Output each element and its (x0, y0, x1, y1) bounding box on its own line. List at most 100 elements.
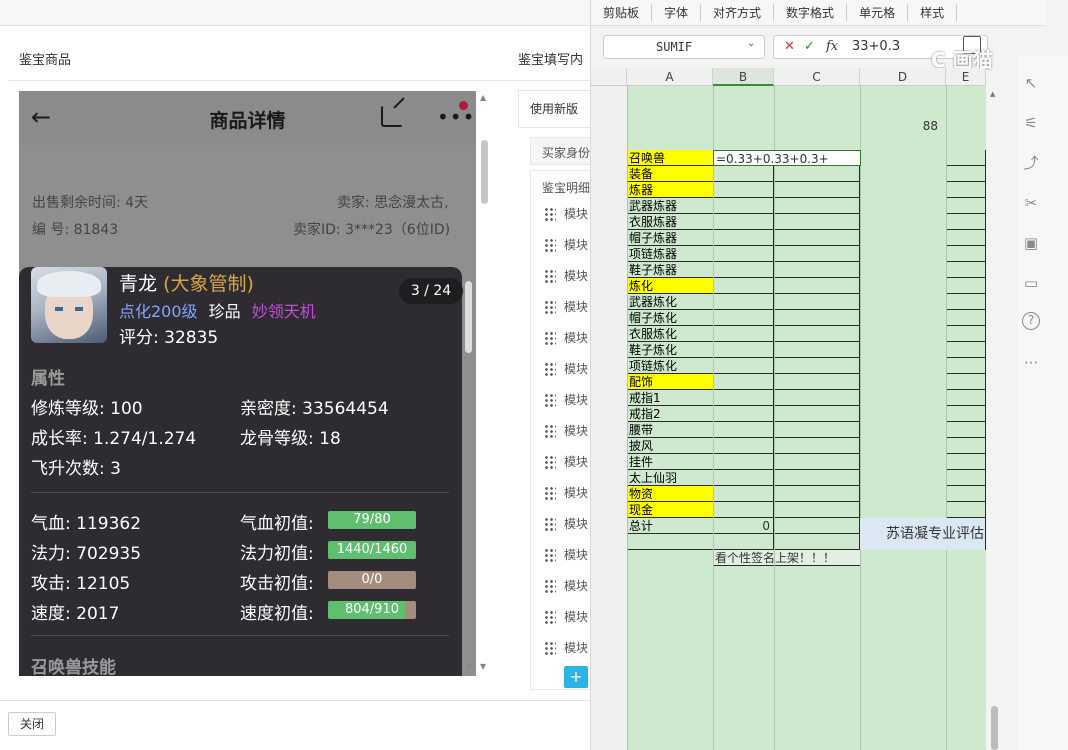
cell-b2398-editing[interactable]: =0.33+0.33+0.3+ (713, 150, 861, 166)
col-c[interactable]: C (774, 68, 860, 86)
ribbon-group[interactable]: 单元格 (847, 4, 909, 21)
col-b[interactable]: B (713, 68, 774, 86)
drag-handle-icon[interactable] (544, 547, 556, 562)
tools-icon[interactable]: ✂ (1020, 192, 1042, 214)
ribbon-group[interactable]: 剪贴板 (591, 4, 653, 21)
col-e[interactable]: E (946, 68, 986, 86)
scroll-down-icon[interactable]: ▼ (480, 662, 486, 671)
card-scrollbar[interactable] (465, 281, 472, 353)
cell-a[interactable] (627, 582, 713, 598)
cell-a[interactable]: 衣服炼器 (627, 214, 713, 230)
drag-handle-icon[interactable] (544, 454, 556, 469)
module-row[interactable]: 模块 (544, 632, 590, 663)
sheet-scroll-thumb[interactable] (991, 706, 998, 750)
module-row[interactable]: 模块 (544, 353, 590, 384)
drag-handle-icon[interactable] (544, 578, 556, 593)
more-icon[interactable]: ··· (1020, 352, 1042, 374)
add-module-button[interactable]: + (564, 666, 588, 688)
drag-handle-icon[interactable] (544, 206, 556, 221)
cell-a[interactable]: 项链炼器 (627, 246, 713, 262)
cell-a[interactable]: 腰带 (627, 422, 713, 438)
cell-a[interactable] (627, 614, 713, 630)
confirm-icon[interactable]: ✓ (804, 36, 815, 58)
cancel-icon[interactable]: ✕ (784, 36, 795, 58)
cell-a[interactable] (627, 534, 713, 550)
cell-a[interactable] (627, 134, 713, 150)
cell-a[interactable] (627, 630, 713, 646)
cell-a[interactable]: 配饰 (627, 374, 713, 390)
cell-a[interactable]: 装备 (627, 166, 713, 182)
drag-handle-icon[interactable] (544, 423, 556, 438)
share-icon[interactable]: ⤴ (1020, 152, 1042, 174)
cell-a[interactable]: 鞋子炼器 (627, 262, 713, 278)
module-row[interactable]: 模块 (544, 229, 590, 260)
drag-handle-icon[interactable] (544, 516, 556, 531)
cell-a[interactable]: 召唤兽 (627, 150, 713, 166)
cell-a[interactable]: 武器炼化 (627, 294, 713, 310)
cell-a[interactable] (627, 694, 713, 710)
cell-b2423[interactable]: 看个性签名上架！！！ (713, 550, 861, 566)
cell-a[interactable]: 太上仙羽 (627, 470, 713, 486)
cell-a[interactable]: 帽子炼器 (627, 230, 713, 246)
tab-new-version[interactable]: 使用新版 (530, 100, 578, 117)
cell-a[interactable] (627, 726, 713, 742)
module-row[interactable]: 模块 (544, 415, 590, 446)
cell-a[interactable] (627, 550, 713, 566)
cell-a[interactable] (627, 662, 713, 678)
module-row[interactable]: 模块 (544, 384, 590, 415)
ribbon-group[interactable]: 字体 (652, 4, 702, 21)
scroll-up-icon[interactable]: ▲ (480, 93, 486, 102)
cell-b2421[interactable]: 0 (713, 518, 774, 534)
module-row[interactable]: 模块 (544, 291, 590, 322)
cell-a[interactable]: 挂件 (627, 454, 713, 470)
cell-a[interactable]: 披风 (627, 438, 713, 454)
image-icon[interactable]: ▣ (1020, 232, 1042, 254)
cell-grid[interactable]: A B C D E 23942395239623972398召唤兽2399装备2… (591, 68, 986, 750)
module-row[interactable]: 模块 (544, 539, 590, 570)
drag-handle-icon[interactable] (544, 237, 556, 252)
module-row[interactable]: 模块 (544, 260, 590, 291)
chevron-down-icon[interactable]: ⌄ (747, 38, 755, 49)
drag-handle-icon[interactable] (544, 299, 556, 314)
col-d[interactable]: D (860, 68, 946, 86)
drag-handle-icon[interactable] (544, 485, 556, 500)
cell-a[interactable] (627, 710, 713, 726)
cell-d2421[interactable]: 苏语凝专业评估 (860, 518, 986, 550)
sliders-icon[interactable]: ⚟ (1020, 112, 1042, 134)
buyer-tab[interactable]: 买家身份 (542, 144, 590, 161)
module-row[interactable]: 模块 (544, 570, 590, 601)
drag-handle-icon[interactable] (544, 392, 556, 407)
cursor-icon[interactable]: ↖ (1020, 72, 1042, 94)
drag-handle-icon[interactable] (544, 609, 556, 624)
cell-a[interactable] (627, 566, 713, 582)
preview-scrollbar[interactable] (481, 140, 488, 204)
cell-a[interactable]: 总计 (627, 518, 713, 534)
module-row[interactable]: 模块 (544, 446, 590, 477)
cell-a[interactable] (627, 678, 713, 694)
cell-a[interactable] (627, 102, 713, 118)
ribbon-group[interactable]: 样式 (908, 4, 958, 21)
module-row[interactable]: 模块 (544, 198, 590, 229)
module-row[interactable]: 模块 (544, 477, 590, 508)
book-icon[interactable]: ▭ (1020, 272, 1042, 294)
drag-handle-icon[interactable] (544, 330, 556, 345)
cell-a[interactable]: 物资 (627, 486, 713, 502)
module-row[interactable]: 模块 (544, 322, 590, 353)
close-button[interactable]: 关闭 (8, 712, 56, 736)
ribbon-group[interactable]: 数字格式 (774, 4, 848, 21)
scroll-up-icon[interactable]: ▲ (990, 90, 995, 98)
cell-a[interactable]: 炼器 (627, 182, 713, 198)
cell-a[interactable]: 戒指1 (627, 390, 713, 406)
cell-a[interactable] (627, 118, 713, 134)
col-a[interactable]: A (627, 68, 713, 86)
cell-a[interactable]: 帽子炼化 (627, 310, 713, 326)
cell-d2396[interactable]: 88 (860, 118, 942, 134)
help-icon[interactable]: ? (1022, 312, 1040, 330)
share-icon[interactable] (381, 105, 403, 127)
cell-a[interactable] (627, 86, 713, 102)
drag-handle-icon[interactable] (544, 640, 556, 655)
cell-a[interactable]: 衣服炼化 (627, 326, 713, 342)
ribbon-group[interactable]: 对齐方式 (701, 4, 775, 21)
cell-a[interactable]: 武器炼器 (627, 198, 713, 214)
more-icon[interactable]: ••• (437, 105, 475, 129)
